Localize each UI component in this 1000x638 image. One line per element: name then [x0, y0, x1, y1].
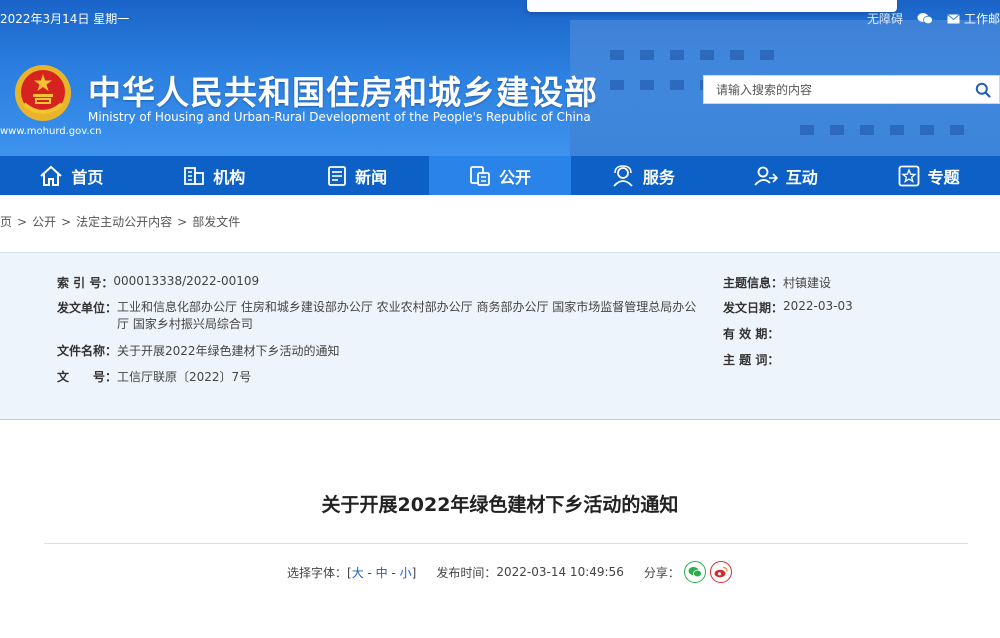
nav-label: 公开 [499, 167, 532, 187]
article-meta: 选择字体：[大 - 中 - 小] 发布时间： 2022-03-14 10:49:… [287, 561, 732, 583]
info-topic-value: 村镇建设 [783, 276, 832, 290]
site-header: 2022年3月14日 星期一 无障碍 工作邮 www.mohurd.gov.cn… [0, 0, 1000, 156]
nav-item-service[interactable]: 服务 [571, 156, 714, 195]
breadcrumb-statutory[interactable]: 法定主动公开内容 [76, 215, 172, 229]
info-filename-label: 文件名称： [57, 344, 118, 358]
nav-label: 服务 [642, 167, 675, 187]
info-filename-row: 文件名称： 关于开展2022年绿色建材下乡活动的通知 [57, 342, 340, 359]
info-issuer-row: 发文单位： 工业和信息化部办公厅 住房和城乡建设部办公厅 农业农村部办公厅 商务… [57, 299, 697, 333]
info-docno-value: 工信厅联原〔2022〕7号 [117, 370, 252, 384]
dropdown-popup [527, 0, 897, 12]
info-index-row: 索 引 号： 000013338/2022-00109 [57, 274, 259, 291]
info-topic-label: 主题信息： [723, 276, 784, 290]
news-icon [328, 165, 347, 186]
disclosure-icon [470, 165, 490, 186]
publish-time-value: 2022-03-14 10:49:56 [496, 565, 624, 579]
nav-label: 机构 [213, 167, 246, 187]
info-docno-label: 文 号： [57, 370, 118, 384]
share-label: 分享： [643, 565, 680, 580]
nav-item-organization[interactable]: 机构 [143, 156, 286, 195]
share-weibo-icon[interactable] [709, 561, 732, 583]
title-divider [44, 543, 968, 544]
font-select-label: 选择字体：[ [287, 565, 352, 580]
work-email-link[interactable]: 工作邮 [947, 10, 1000, 27]
font-size-small[interactable]: 小 [400, 566, 412, 580]
nav-item-home[interactable]: 首页 [0, 156, 143, 195]
search-box [703, 75, 1000, 104]
wechat-icon[interactable] [917, 12, 933, 25]
breadcrumb-disclosure[interactable]: 公开 [32, 215, 56, 229]
main-nav: 首页 机构 新闻 公开 服务 互动 专题 [0, 156, 1000, 195]
font-size-medium[interactable]: 中 [376, 566, 388, 580]
info-filename-value: 关于开展2022年绿色建材下乡活动的通知 [117, 344, 340, 358]
current-date: 2022年3月14日 星期一 [0, 12, 130, 26]
info-valid-row: 有 效 期： [723, 325, 779, 342]
interaction-icon [754, 166, 778, 186]
service-icon [613, 164, 633, 187]
home-icon [40, 165, 63, 186]
site-title-en: Ministry of Housing and Urban-Rural Deve… [88, 110, 591, 124]
nav-label: 新闻 [355, 167, 388, 187]
nav-item-special[interactable]: 专题 [857, 156, 1000, 195]
search-input[interactable] [704, 81, 968, 98]
breadcrumb: 首页>公开>法定主动公开内容>部发文件 [0, 213, 240, 230]
nav-label: 专题 [927, 167, 960, 187]
work-email-label: 工作邮 [963, 12, 1000, 26]
accessibility-link[interactable]: 无障碍 [867, 10, 903, 27]
nav-item-disclosure[interactable]: 公开 [428, 156, 572, 195]
nav-label: 互动 [785, 167, 818, 187]
info-keywords-label: 主 题 词： [723, 353, 780, 367]
breadcrumb-ministry-documents[interactable]: 部发文件 [192, 215, 240, 229]
info-valid-label: 有 效 期： [723, 327, 780, 341]
nav-item-interaction[interactable]: 互动 [714, 156, 857, 195]
info-issuer-label: 发文单位： [57, 301, 118, 315]
info-date-label: 发文日期： [723, 301, 784, 315]
publish-time-label: 发布时间： [436, 565, 497, 580]
site-title-cn[interactable]: 中华人民共和国住房和城乡建设部 [88, 66, 598, 114]
info-keywords-row: 主 题 词： [723, 351, 779, 368]
info-date-value: 2022-03-03 [783, 299, 853, 313]
breadcrumb-home[interactable]: 首页 [0, 215, 12, 229]
font-select-end: ] [411, 565, 417, 580]
info-index-label: 索 引 号： [57, 276, 114, 290]
share-wechat-icon[interactable] [683, 561, 706, 583]
info-issuer-value: 工业和信息化部办公厅 住房和城乡建设部办公厅 农业农村部办公厅 商务部办公厅 国… [117, 300, 697, 331]
info-index-value: 000013338/2022-00109 [113, 274, 260, 288]
info-docno-row: 文 号： 工信厅联原〔2022〕7号 [57, 368, 251, 385]
info-date-row: 发文日期： 2022-03-03 [723, 299, 853, 316]
document-info-panel: 索 引 号： 000013338/2022-00109 发文单位： 工业和信息化… [0, 252, 1000, 420]
star-icon [898, 165, 919, 186]
font-size-large[interactable]: 大 [352, 566, 364, 580]
building-icon [184, 166, 205, 185]
national-emblem-icon[interactable] [14, 64, 72, 122]
info-topic-row: 主题信息： 村镇建设 [723, 274, 831, 291]
nav-label: 首页 [71, 167, 104, 187]
mail-icon [947, 13, 960, 23]
article-title: 关于开展2022年绿色建材下乡活动的通知 [321, 494, 679, 516]
search-icon[interactable] [975, 82, 991, 98]
top-links: 无障碍 工作邮 [867, 10, 1000, 27]
font-size-selector: 选择字体：[大 - 中 - 小] [287, 565, 417, 580]
nav-item-news[interactable]: 新闻 [286, 156, 429, 195]
site-url: www.mohurd.gov.cn [0, 126, 102, 137]
